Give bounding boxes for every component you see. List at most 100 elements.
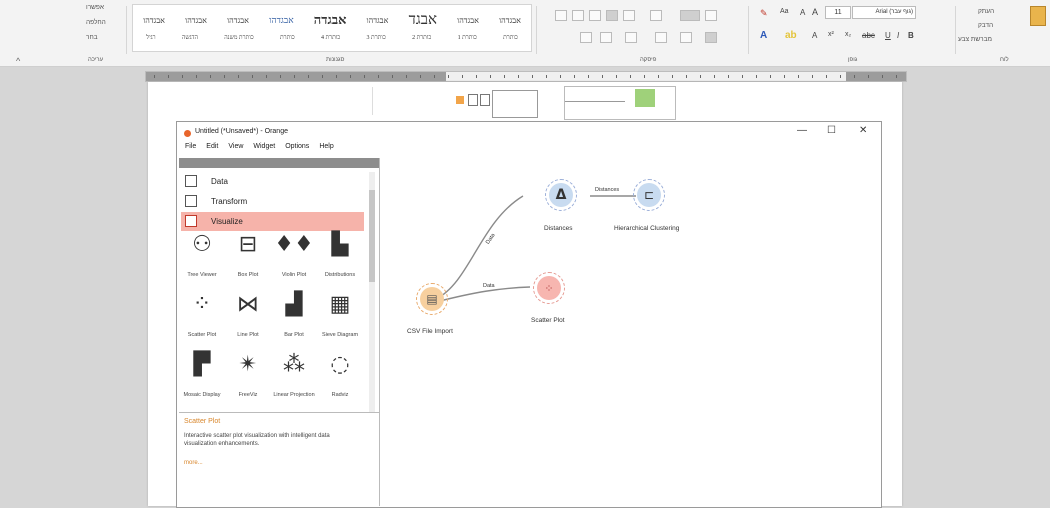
maximize-button[interactable]: ☐	[827, 125, 836, 136]
style-preview[interactable]: אבגדהו	[499, 16, 521, 25]
style-name[interactable]: כותרת	[280, 35, 295, 41]
align-button[interactable]	[625, 32, 637, 43]
embedded-image-fragment[interactable]	[564, 86, 676, 120]
font-name-field[interactable]: Arial (גוף עבר)	[852, 6, 916, 19]
strikethrough-icon[interactable]: abc	[862, 31, 875, 40]
collapse-ribbon-icon[interactable]: ^	[16, 56, 20, 66]
paragraph-button[interactable]	[623, 10, 635, 21]
paragraph-button[interactable]	[572, 10, 584, 21]
align-button[interactable]	[600, 32, 612, 43]
font-case-icon[interactable]: Aa	[780, 8, 789, 15]
font-size-field[interactable]: 11	[825, 6, 851, 19]
paragraph-button[interactable]	[705, 10, 717, 21]
horizontal-ruler[interactable]	[145, 71, 907, 82]
style-preview[interactable]: אבגד	[409, 12, 437, 29]
grow-font-icon[interactable]: A	[812, 7, 818, 17]
paste-icon[interactable]	[1030, 6, 1046, 26]
widget-sieve-diagram[interactable]: ▦ Sieve Diagram	[317, 292, 363, 350]
ribbon-copy-item[interactable]: העתק	[978, 8, 994, 15]
style-name[interactable]: כותרת משנה	[224, 35, 253, 41]
bold-icon[interactable]: B	[908, 31, 914, 40]
highlight-icon[interactable]: ab	[785, 30, 797, 41]
widget-freeviz[interactable]: ✴ FreeViz	[225, 352, 271, 410]
widget-line-plot[interactable]: ⋈ Line Plot	[225, 292, 271, 350]
menu-widget[interactable]: Widget	[248, 143, 280, 150]
ruler-tick	[420, 75, 421, 78]
align-button[interactable]	[655, 32, 667, 43]
styles-gallery[interactable]: אבגדהו אבגדהו אבגד אבגדהו אבגדה אבגדהו א…	[132, 4, 532, 52]
widget-mosaic-display[interactable]: ▛ Mosaic Display	[179, 352, 225, 410]
align-button[interactable]	[580, 32, 592, 43]
style-preview[interactable]: אבגדה	[314, 12, 347, 28]
menu-view[interactable]: View	[223, 143, 248, 150]
style-preview[interactable]: אבגדהו	[269, 15, 294, 25]
ribbon-paste-item[interactable]: הדבק	[978, 22, 993, 29]
text-effects-icon[interactable]: A	[812, 31, 817, 40]
widget-box-plot[interactable]: ⊟ Box Plot	[225, 232, 271, 290]
ruler-tick	[406, 75, 407, 78]
widget-bar-plot[interactable]: ▟ Bar Plot	[271, 292, 317, 350]
paragraph-button[interactable]	[650, 10, 662, 21]
font-color-icon[interactable]: A	[760, 30, 767, 41]
ribbon-select-item[interactable]: בחר	[86, 34, 98, 41]
widget-scatter-plot[interactable]: ⁘ Scatter Plot	[179, 292, 225, 350]
scrollbar-thumb[interactable]	[369, 190, 375, 282]
scatter-plot-node[interactable]: ⁘	[533, 272, 565, 304]
category-transform[interactable]: Transform	[181, 192, 364, 211]
distances-node[interactable]: Δ	[545, 179, 577, 211]
close-button[interactable]: ✕	[859, 125, 867, 136]
info-more-link[interactable]: more...	[184, 460, 203, 466]
ribbon-find-item[interactable]: אפשרו	[86, 4, 104, 11]
menu-options[interactable]: Options	[280, 143, 314, 150]
orange-window[interactable]: Untitled (*Unsaved*) - Orange — ☐ ✕ File…	[176, 121, 882, 508]
widget-distributions[interactable]: ▙ Distributions	[317, 232, 363, 290]
scatter-plot-icon: ⁘	[537, 276, 561, 300]
widget-violin-plot[interactable]: ♦♦ Violin Plot	[271, 232, 317, 290]
toolbox-scrollbar[interactable]	[369, 172, 375, 428]
paragraph-button[interactable]	[606, 10, 618, 21]
subscript-icon[interactable]: x₂	[845, 31, 851, 38]
widget-label: Box Plot	[237, 272, 259, 278]
category-visualize[interactable]: Visualize	[181, 212, 364, 231]
style-name[interactable]: כותרת 3	[367, 35, 386, 41]
paragraph-button[interactable]	[589, 10, 601, 21]
minimize-button[interactable]: —	[797, 125, 807, 136]
underline-icon[interactable]: U	[885, 31, 891, 40]
menu-help[interactable]: Help	[314, 143, 338, 150]
style-preview[interactable]: אבגדהו	[457, 16, 479, 25]
paragraph-button[interactable]	[680, 10, 700, 21]
style-name[interactable]: כותרת 2	[412, 35, 431, 41]
style-name[interactable]: כותרת 4	[321, 35, 340, 41]
ribbon-format-painter-item[interactable]: מברשת צבע	[958, 36, 992, 43]
orange-title-bar[interactable]: Untitled (*Unsaved*) - Orange — ☐ ✕	[177, 122, 881, 142]
style-name[interactable]: רגיל	[146, 35, 155, 41]
shrink-font-icon[interactable]: A	[800, 8, 805, 17]
widget-tree-viewer[interactable]: ⚇ Tree Viewer	[179, 232, 225, 290]
hierarchical-clustering-node[interactable]: ⊏	[633, 179, 665, 211]
style-preview[interactable]: אבגדהו	[227, 16, 249, 25]
paragraph-button[interactable]	[555, 10, 567, 21]
category-label: Transform	[211, 197, 248, 206]
style-name[interactable]: כותרת	[503, 35, 518, 41]
embedded-image-fragment[interactable]	[456, 90, 556, 120]
widget-linear-projection[interactable]: ⁂ Linear Projection	[271, 352, 317, 410]
ribbon-replace-item[interactable]: החלפה	[86, 19, 106, 26]
italic-icon[interactable]: I	[897, 31, 899, 40]
style-name[interactable]: הדגשה	[182, 35, 198, 41]
widget-label: Radviz	[331, 392, 349, 398]
menu-file[interactable]: File	[180, 143, 201, 150]
style-name[interactable]: כותרת 1	[458, 35, 477, 41]
style-preview[interactable]: אבגדהו	[143, 16, 165, 25]
style-preview[interactable]: אבגדהו	[185, 16, 207, 25]
style-preview[interactable]: אבגדהו	[367, 16, 389, 25]
link-csv-distances[interactable]	[435, 195, 524, 300]
menu-edit[interactable]: Edit	[201, 143, 223, 150]
widget-radviz[interactable]: ◌ Radviz	[317, 352, 363, 410]
align-button[interactable]	[705, 32, 717, 43]
workflow-canvas[interactable]	[380, 142, 880, 506]
superscript-icon[interactable]: x²	[828, 31, 834, 38]
csv-file-import-node[interactable]: ▤	[416, 283, 448, 315]
align-button[interactable]	[680, 32, 692, 43]
category-data[interactable]: Data	[181, 172, 364, 191]
clear-format-icon[interactable]: ✎	[760, 8, 768, 19]
